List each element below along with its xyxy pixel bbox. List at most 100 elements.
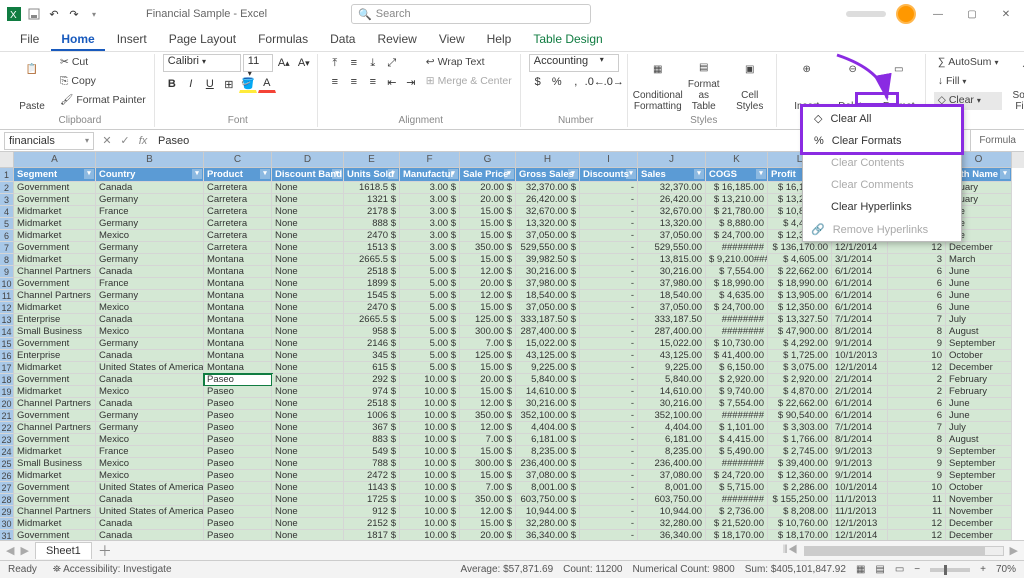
table-cell[interactable]: 30,216.00 — [638, 266, 706, 278]
table-cell[interactable]: 15.00 $ — [460, 470, 516, 482]
font-size-select[interactable]: 11 ▾ — [243, 54, 273, 72]
row-header[interactable]: 9 — [0, 266, 14, 278]
currency-button[interactable]: $ — [529, 73, 547, 91]
table-cell[interactable]: - — [580, 530, 638, 540]
table-cell[interactable]: Germany — [96, 194, 204, 206]
table-cell[interactable]: 350.00 $ — [460, 410, 516, 422]
row-header[interactable]: 14 — [0, 326, 14, 338]
table-cell[interactable]: Carretera — [204, 194, 272, 206]
table-cell[interactable]: 15.00 $ — [460, 206, 516, 218]
table-cell[interactable]: 236,400.00 — [638, 458, 706, 470]
table-cell[interactable]: 2146 $ — [344, 338, 400, 350]
table-cell[interactable]: Government — [14, 374, 96, 386]
table-cell[interactable]: Government — [14, 194, 96, 206]
format-painter-button[interactable]: 🖌Format Painter — [56, 92, 150, 110]
table-cell[interactable]: 125.00 $ — [460, 314, 516, 326]
table-cell[interactable]: 10/1/2013 — [832, 350, 888, 362]
table-cell[interactable]: Montana — [204, 290, 272, 302]
filter-dropdown-icon[interactable]: ▾ — [504, 169, 514, 179]
row-header[interactable]: 28 — [0, 494, 14, 506]
shrink-font-button[interactable]: A▾ — [295, 54, 313, 72]
indent-dec-button[interactable]: ⇤ — [383, 73, 401, 91]
table-cell[interactable]: Government — [14, 338, 96, 350]
table-cell[interactable]: - — [580, 230, 638, 242]
table-cell[interactable]: 12 — [888, 530, 946, 540]
table-cell[interactable]: $ 9,740.00 — [706, 386, 768, 398]
table-cell[interactable]: $ 24,720.00 — [706, 470, 768, 482]
table-cell[interactable]: Government — [14, 410, 96, 422]
filter-dropdown-icon[interactable]: ▾ — [1000, 169, 1010, 179]
row-header[interactable]: 21 — [0, 410, 14, 422]
table-cell[interactable]: Channel Partners — [14, 506, 96, 518]
table-cell[interactable]: 37,080.00 — [638, 470, 706, 482]
table-cell[interactable]: December — [946, 242, 1012, 254]
table-cell[interactable]: 20.00 $ — [460, 194, 516, 206]
table-cell[interactable]: 12.00 $ — [460, 290, 516, 302]
table-cell[interactable]: ######## — [706, 242, 768, 254]
copy-button[interactable]: ⎘Copy — [56, 73, 150, 91]
table-cell[interactable]: $ 4,292.00 — [768, 338, 832, 350]
table-cell[interactable]: Montana — [204, 338, 272, 350]
view-break-button[interactable]: ▭ — [895, 564, 904, 575]
table-cell[interactable]: 37,050.00 $ — [516, 302, 580, 314]
table-cell[interactable]: - — [580, 206, 638, 218]
table-cell[interactable]: $ 2,736.00 — [706, 506, 768, 518]
table-cell[interactable]: July — [946, 422, 1012, 434]
table-cell[interactable]: 5.00 $ — [400, 350, 460, 362]
table-cell[interactable]: February — [946, 386, 1012, 398]
table-cell[interactable]: $ 2,286.00 — [768, 482, 832, 494]
table-cell[interactable]: Canada — [96, 530, 204, 540]
table-cell[interactable]: 958 $ — [344, 326, 400, 338]
table-cell[interactable]: 37,980.00 — [638, 278, 706, 290]
table-cell[interactable]: $ 90,540.00 — [768, 410, 832, 422]
table-cell[interactable]: 9 — [888, 446, 946, 458]
table-cell[interactable]: February — [946, 374, 1012, 386]
search-input[interactable]: 🔍 Search — [351, 4, 591, 24]
qat-dropdown-icon[interactable]: ▾ — [86, 6, 102, 22]
row-header[interactable]: 2 — [0, 182, 14, 194]
row-header[interactable]: 26 — [0, 470, 14, 482]
table-cell[interactable]: - — [580, 434, 638, 446]
table-cell[interactable]: 7.00 $ — [460, 434, 516, 446]
table-cell[interactable]: 529,550.00 — [638, 242, 706, 254]
filter-dropdown-icon[interactable]: ▾ — [388, 169, 398, 179]
cut-button[interactable]: ✂Cut — [56, 54, 150, 72]
table-cell[interactable]: 3 — [888, 254, 946, 266]
format-as-table-button[interactable]: ▤Format as Table — [682, 54, 726, 114]
clear-hyperlinks-item[interactable]: Clear Hyperlinks — [803, 196, 961, 218]
table-cell[interactable]: - — [580, 494, 638, 506]
table-cell[interactable]: - — [580, 194, 638, 206]
table-cell[interactable]: 7 — [888, 422, 946, 434]
menu-tab-page-layout[interactable]: Page Layout — [159, 29, 246, 51]
autosum-button[interactable]: ∑AutoSum▾ — [934, 54, 1003, 72]
table-cell[interactable]: 37,050.00 $ — [516, 230, 580, 242]
table-cell[interactable]: $ 16,185.00 — [706, 182, 768, 194]
merge-button[interactable]: ⊞Merge & Center — [422, 73, 516, 91]
table-cell[interactable]: Paseo — [204, 494, 272, 506]
table-cell[interactable]: 333,187.50 $ — [516, 314, 580, 326]
table-cell[interactable]: Canada — [96, 350, 204, 362]
table-cell[interactable]: $ 12,360.00 — [768, 470, 832, 482]
table-header-cell[interactable]: Units Sold▾ — [344, 168, 400, 182]
table-cell[interactable]: 529,550.00 $ — [516, 242, 580, 254]
table-cell[interactable]: Midmarket — [14, 362, 96, 374]
row-header[interactable]: 30 — [0, 518, 14, 530]
table-cell[interactable]: August — [946, 326, 1012, 338]
percent-button[interactable]: % — [548, 73, 566, 91]
table-cell[interactable]: $ 18,170.00 — [768, 530, 832, 540]
table-cell[interactable]: $ 6,150.00 — [706, 362, 768, 374]
table-cell[interactable]: Paseo — [204, 530, 272, 540]
table-cell[interactable]: Enterprise — [14, 350, 96, 362]
fx-icon[interactable]: fx — [134, 132, 152, 150]
table-cell[interactable]: United States of America — [96, 482, 204, 494]
row-header[interactable]: 22 — [0, 422, 14, 434]
table-cell[interactable]: 333,187.50 — [638, 314, 706, 326]
table-cell[interactable]: June — [946, 410, 1012, 422]
fill-button[interactable]: ↓Fill▾ — [934, 73, 1003, 91]
row-header[interactable]: 20 — [0, 398, 14, 410]
table-cell[interactable]: 8,001.00 $ — [516, 482, 580, 494]
table-cell[interactable]: None — [272, 386, 344, 398]
table-cell[interactable]: 10.00 $ — [400, 434, 460, 446]
table-cell[interactable]: 5,840.00 — [638, 374, 706, 386]
table-cell[interactable]: None — [272, 494, 344, 506]
